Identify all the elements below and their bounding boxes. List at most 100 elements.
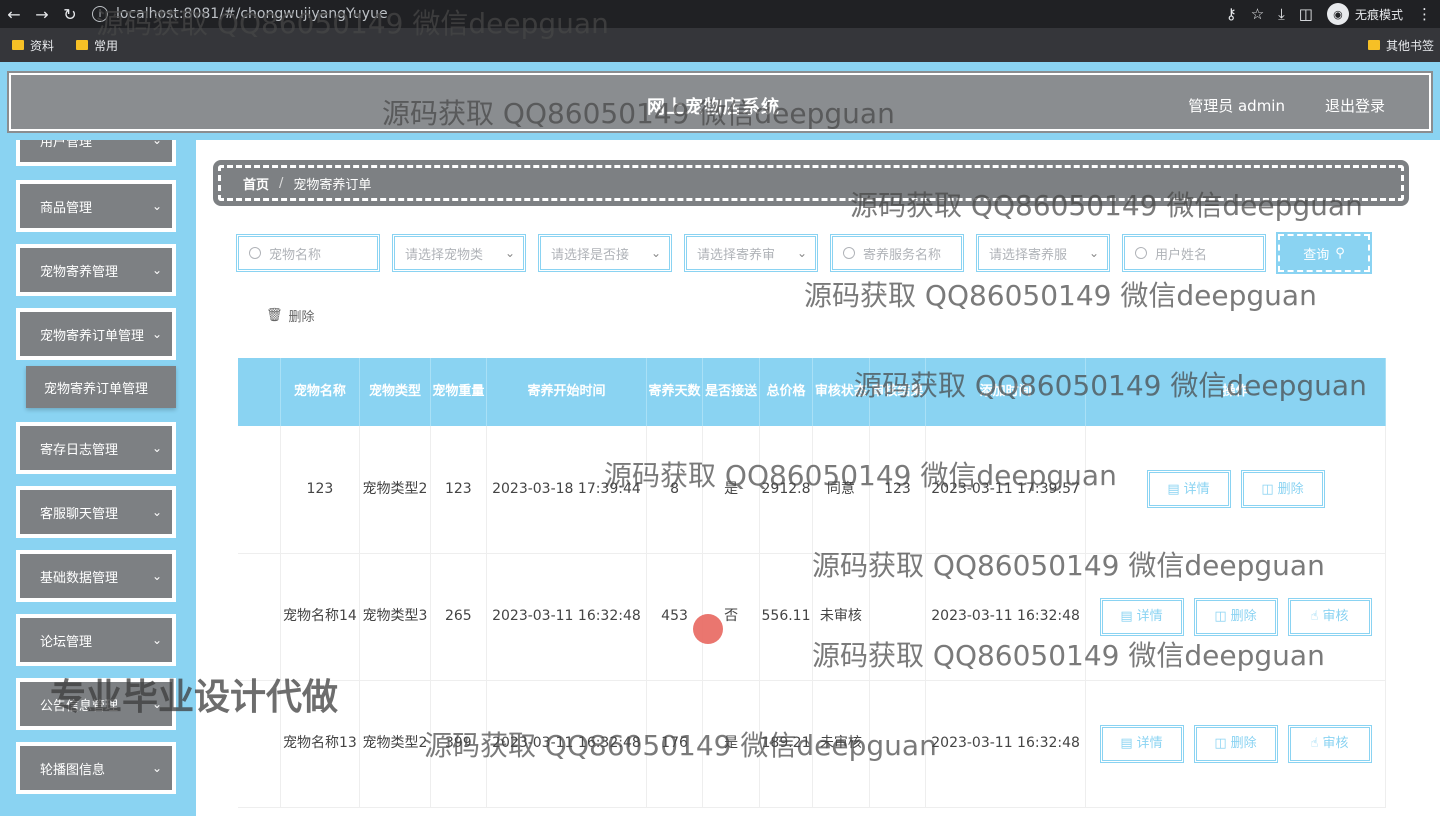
cell-result: 123 [869,426,927,554]
doc-icon: ▤ [1120,736,1133,751]
sidebar-item-carousel[interactable]: 轮播图信息 ⌄ [16,742,176,794]
delete-button[interactable]: ◫ 删除 [1193,597,1278,636]
cell-weight: 399 [430,680,488,808]
search-icon [843,247,855,259]
folder-icon [76,40,89,50]
cell-price: 556.11 [759,553,814,681]
search-icon: ⚲ [1335,245,1345,261]
col-header: 操作 [1085,358,1386,426]
col-header[interactable]: 寄养开始时间 [486,358,647,426]
app-root: 网上宠物店系统 管理员 admin 退出登录 用户管理 ⌄ 商品管理 ⌄ 宠物寄养管… [0,62,1440,816]
submenu-item-boarding-orders[interactable]: 宠物寄养订单管理 [26,366,176,408]
breadcrumb-separator: / [279,175,284,191]
download-icon[interactable]: ⤓ [1278,5,1285,23]
doc-icon: ▤ [1167,481,1180,497]
cell-pet-type: 宠物类型3 [359,553,431,681]
cell-days: 8 [646,426,704,554]
pickup-select[interactable]: 请选择是否接 ⌄ [538,234,672,272]
bookmark-folder[interactable]: 资料 [12,37,54,54]
cell-result [869,553,927,681]
row-checkbox[interactable] [238,680,281,808]
sidebar-item-users[interactable]: 用户管理 ⌄ [16,140,176,166]
col-header[interactable]: 是否接送 [702,358,760,426]
review-button[interactable]: ☝ 审核 [1287,724,1372,763]
breadcrumb: 首页 / 宠物寄养订单 [213,160,1409,206]
cell-pet-name: 宠物名称14 [280,553,361,681]
row-checkbox[interactable] [238,426,281,554]
delete-button[interactable]: ◫ 删除 [1193,724,1278,763]
pet-type-select[interactable]: 请选择宠物类 ⌄ [392,234,526,272]
chevron-down-icon: ⌄ [151,697,162,711]
status-select[interactable]: 请选择寄养审 ⌄ [684,234,818,272]
chevron-down-icon: ⌄ [796,246,807,260]
logout-button[interactable]: 退出登录 [1325,95,1385,116]
address-bar[interactable]: i localhost:8081/#/chongwujiyangYuyue [92,0,388,28]
star-icon[interactable]: ☆ [1251,5,1264,23]
forward-icon[interactable]: → [28,0,56,28]
col-header[interactable]: 寄养天数 [646,358,704,426]
orders-table: 宠物名称 宠物类型 宠物重量 寄养开始时间 寄养天数 是否接送 总价格 审核状态… [238,358,1386,808]
sidebar-item-boarding[interactable]: 宠物寄养管理 ⌄ [16,244,176,296]
delete-button[interactable]: ◫ 删除 [1240,470,1325,509]
cell-ops: ▤ 详情 ◫ 删除 ☝ 审核 [1085,553,1386,681]
menu-icon[interactable]: ⋮ [1417,5,1432,23]
reload-icon[interactable]: ↻ [56,0,84,28]
service-name-input[interactable]: 寄养服务名称 [830,234,964,272]
incognito-indicator[interactable]: ◉ 无痕模式 [1326,3,1403,25]
sidebar-item-notice[interactable]: 公告信息管理 ⌄ [16,678,176,730]
back-icon[interactable]: ← [0,0,28,28]
col-header[interactable]: 审核状态 [812,358,870,426]
cell-days: 453 [646,553,704,681]
chevron-down-icon: ⌄ [151,140,162,147]
col-header[interactable]: 总价格 [759,358,814,426]
detail-button[interactable]: ▤ 详情 [1099,597,1184,636]
pet-name-input[interactable]: 宠物名称 [236,234,380,272]
key-icon[interactable]: ⚷ [1226,5,1237,23]
sidebar-item-storage-log[interactable]: 寄存日志管理 ⌄ [16,422,176,474]
cell-status: 未审核 [812,553,870,681]
cell-pet-type: 宠物类型2 [359,426,431,554]
cell-pickup: 是 [702,426,760,554]
chevron-down-icon: ⌄ [151,761,162,775]
chevron-down-icon: ⌄ [151,263,162,277]
sidebar-item-products[interactable]: 商品管理 ⌄ [16,180,176,232]
search-button[interactable]: 查询 ⚲ [1276,232,1372,274]
thumbs-up-icon: ☝ [1310,609,1319,624]
cell-status: 未审核 [812,680,870,808]
col-header[interactable]: 宠物类型 [359,358,431,426]
col-header[interactable]: 宠物重量 [430,358,488,426]
col-header[interactable]: 审核结果 [869,358,927,426]
review-button[interactable]: ☝ 审核 [1287,597,1372,636]
user-name-input[interactable]: 用户姓名 [1122,234,1266,272]
cell-status: 同意 [812,426,870,554]
batch-delete-button[interactable]: 🗑 删除 [266,306,315,325]
table-row: 宠物名称14 宠物类型3 265 2023-03-11 16:32:48 453… [238,553,1386,681]
cell-weight: 123 [430,426,488,554]
cell-days: 176 [646,680,704,808]
chevron-down-icon: ⌄ [151,505,162,519]
chevron-down-icon: ⌄ [151,633,162,647]
row-checkbox[interactable] [238,553,281,681]
sidebar-item-base-data[interactable]: 基础数据管理 ⌄ [16,550,176,602]
main-content: 首页 / 宠物寄养订单 宠物名称 请选择宠物类 ⌄ 请选择是否接 ⌄ 请选择寄养审 ⌄… [196,140,1440,816]
service-type-select[interactable]: 请选择寄养服 ⌄ [976,234,1110,272]
bookmarks-bar: 资料 常用 其他书签 [0,28,1440,62]
sidebar-item-chat[interactable]: 客服聊天管理 ⌄ [16,486,176,538]
detail-button[interactable]: ▤ 详情 [1146,470,1231,509]
cell-pet-name: 123 [280,426,361,554]
select-all-checkbox[interactable] [238,358,281,426]
detail-button[interactable]: ▤ 详情 [1099,724,1184,763]
bookmark-folder[interactable]: 常用 [76,37,118,54]
sidepanel-icon[interactable]: ◫ [1299,5,1313,23]
table-row: 123 宠物类型2 123 2023-03-18 17:39:44 8 是 29… [238,426,1386,554]
site-info-icon[interactable]: i [92,6,108,22]
sidebar-item-forum[interactable]: 论坛管理 ⌄ [16,614,176,666]
search-icon [1135,247,1147,259]
col-header[interactable]: 宠物名称 [280,358,361,426]
breadcrumb-home[interactable]: 首页 [243,174,269,193]
breadcrumb-current: 宠物寄养订单 [293,177,372,193]
other-bookmarks[interactable]: 其他书签 [1367,37,1434,54]
chevron-down-icon: ⌄ [151,569,162,583]
col-header[interactable]: 添加时间 [925,358,1086,426]
sidebar-item-boarding-orders[interactable]: 宠物寄养订单管理 ⌄ [16,308,176,360]
